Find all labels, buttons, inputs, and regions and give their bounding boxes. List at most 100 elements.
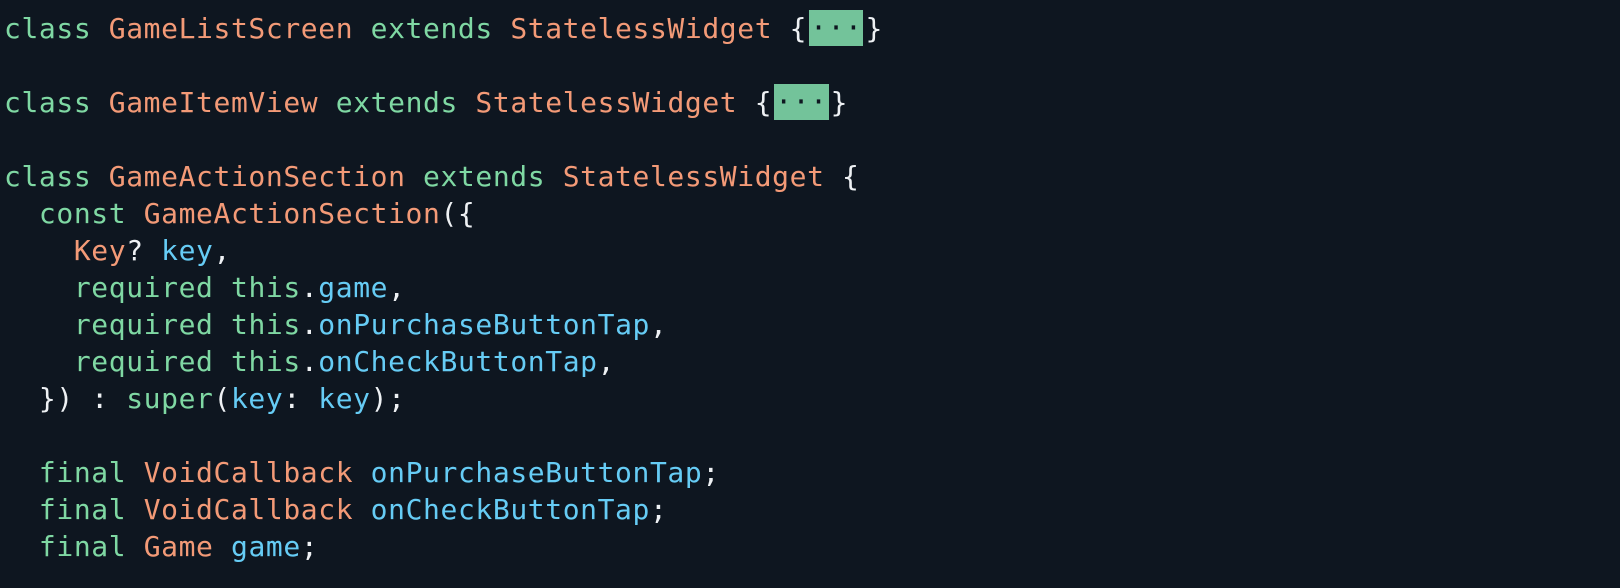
type-token: VoidCallback: [143, 456, 354, 489]
punctuation-token: ;: [300, 530, 319, 563]
punctuation-token: .: [300, 271, 319, 304]
code-line[interactable]: class GameItemView extends StatelessWidg…: [4, 84, 883, 121]
punctuation-token: (: [213, 382, 231, 415]
punctuation-token: ;: [702, 456, 720, 489]
punctuation-token: [4, 530, 39, 563]
punctuation-token: [4, 493, 39, 526]
type-token: StatelessWidget: [510, 12, 773, 45]
identifier-token: onPurchaseButtonTap: [318, 308, 650, 341]
fold-expand-marker[interactable]: ···: [774, 84, 829, 120]
punctuation-token: [91, 12, 108, 45]
type-token: GameItemView: [108, 86, 319, 119]
punctuation-token: );: [370, 382, 406, 415]
keyword-token: extends: [423, 160, 546, 193]
punctuation-token: :: [283, 382, 319, 415]
keyword-token: required: [73, 308, 214, 341]
code-line[interactable]: required this.onPurchaseButtonTap,: [4, 306, 883, 343]
punctuation-token: {: [824, 160, 860, 193]
punctuation-token: {: [772, 12, 808, 45]
punctuation-token: ,: [597, 345, 616, 378]
keyword-token: this: [230, 271, 301, 304]
punctuation-token: [126, 530, 143, 563]
punctuation-token: ,: [388, 271, 406, 304]
punctuation-token: ,: [213, 234, 231, 267]
punctuation-token: [214, 308, 231, 341]
keyword-token: super: [126, 382, 214, 415]
code-line[interactable]: final Game game;: [4, 528, 883, 565]
code-line[interactable]: required this.game,: [4, 269, 883, 306]
punctuation-token: }) :: [4, 382, 127, 415]
punctuation-token: [353, 456, 370, 489]
keyword-token: class: [4, 86, 92, 119]
code-line[interactable]: required this.onCheckButtonTap,: [4, 343, 883, 380]
code-line[interactable]: Key? key,: [4, 232, 883, 269]
keyword-token: this: [230, 345, 301, 378]
punctuation-token: [126, 493, 143, 526]
type-token: GameListScreen: [108, 12, 354, 45]
punctuation-token: [4, 271, 74, 304]
punctuation-token: [126, 456, 143, 489]
punctuation-token: .: [300, 345, 319, 378]
type-token: GameActionSection: [108, 160, 406, 193]
punctuation-token: [214, 271, 231, 304]
punctuation-token: ,: [650, 308, 668, 341]
type-token: StatelessWidget: [562, 160, 825, 193]
punctuation-token: .: [300, 308, 319, 341]
keyword-token: class: [4, 160, 92, 193]
punctuation-token: [214, 345, 231, 378]
keyword-token: final: [38, 493, 127, 526]
type-token: Game: [143, 530, 214, 563]
punctuation-token: [214, 530, 231, 563]
keyword-token: class: [4, 12, 92, 45]
code-line[interactable]: class GameListScreen extends StatelessWi…: [4, 10, 883, 47]
punctuation-token: [4, 345, 74, 378]
punctuation-token: [545, 160, 562, 193]
code-editor[interactable]: class GameListScreen extends StatelessWi…: [0, 0, 1620, 588]
punctuation-token: [91, 160, 108, 193]
punctuation-token: [406, 160, 423, 193]
keyword-token: final: [38, 530, 127, 563]
code-line[interactable]: class GameActionSection extends Stateles…: [4, 158, 883, 195]
keyword-token: required: [73, 271, 214, 304]
keyword-token: this: [230, 308, 301, 341]
punctuation-token: [318, 86, 335, 119]
identifier-token: key: [230, 382, 284, 415]
identifier-token: onPurchaseButtonTap: [370, 456, 703, 489]
punctuation-token: [4, 308, 74, 341]
punctuation-token: ;: [649, 493, 668, 526]
type-token: GameActionSection: [143, 197, 441, 230]
punctuation-token: ({: [440, 197, 476, 230]
code-block[interactable]: class GameListScreen extends StatelessWi…: [4, 10, 883, 565]
punctuation-token: [353, 12, 370, 45]
punctuation-token: {: [737, 86, 773, 119]
code-line[interactable]: const GameActionSection({: [4, 195, 883, 232]
punctuation-token: [126, 197, 143, 230]
punctuation-token: }: [830, 86, 849, 119]
type-token: Key: [73, 234, 127, 267]
punctuation-token: [4, 197, 39, 230]
fold-expand-marker[interactable]: ···: [809, 10, 864, 46]
code-line[interactable]: final VoidCallback onCheckButtonTap;: [4, 491, 883, 528]
keyword-token: final: [38, 456, 127, 489]
keyword-token: extends: [335, 86, 458, 119]
keyword-token: extends: [370, 12, 493, 45]
blank-code-line[interactable]: [4, 47, 883, 84]
identifier-token: game: [231, 530, 301, 563]
punctuation-token: [91, 86, 108, 119]
identifier-token: key: [161, 234, 214, 267]
blank-code-line[interactable]: [4, 417, 883, 454]
keyword-token: required: [73, 345, 214, 378]
type-token: StatelessWidget: [475, 86, 738, 119]
code-line[interactable]: final VoidCallback onPurchaseButtonTap;: [4, 454, 883, 491]
keyword-token: const: [38, 197, 127, 230]
code-line[interactable]: }) : super(key: key);: [4, 380, 883, 417]
punctuation-token: [493, 12, 510, 45]
identifier-token: key: [318, 382, 371, 415]
punctuation-token: [458, 86, 475, 119]
punctuation-token: }: [865, 12, 883, 45]
blank-code-line[interactable]: [4, 121, 883, 158]
punctuation-token: ?: [126, 234, 162, 267]
identifier-token: onCheckButtonTap: [370, 493, 650, 526]
identifier-token: onCheckButtonTap: [318, 345, 598, 378]
punctuation-token: [353, 493, 370, 526]
